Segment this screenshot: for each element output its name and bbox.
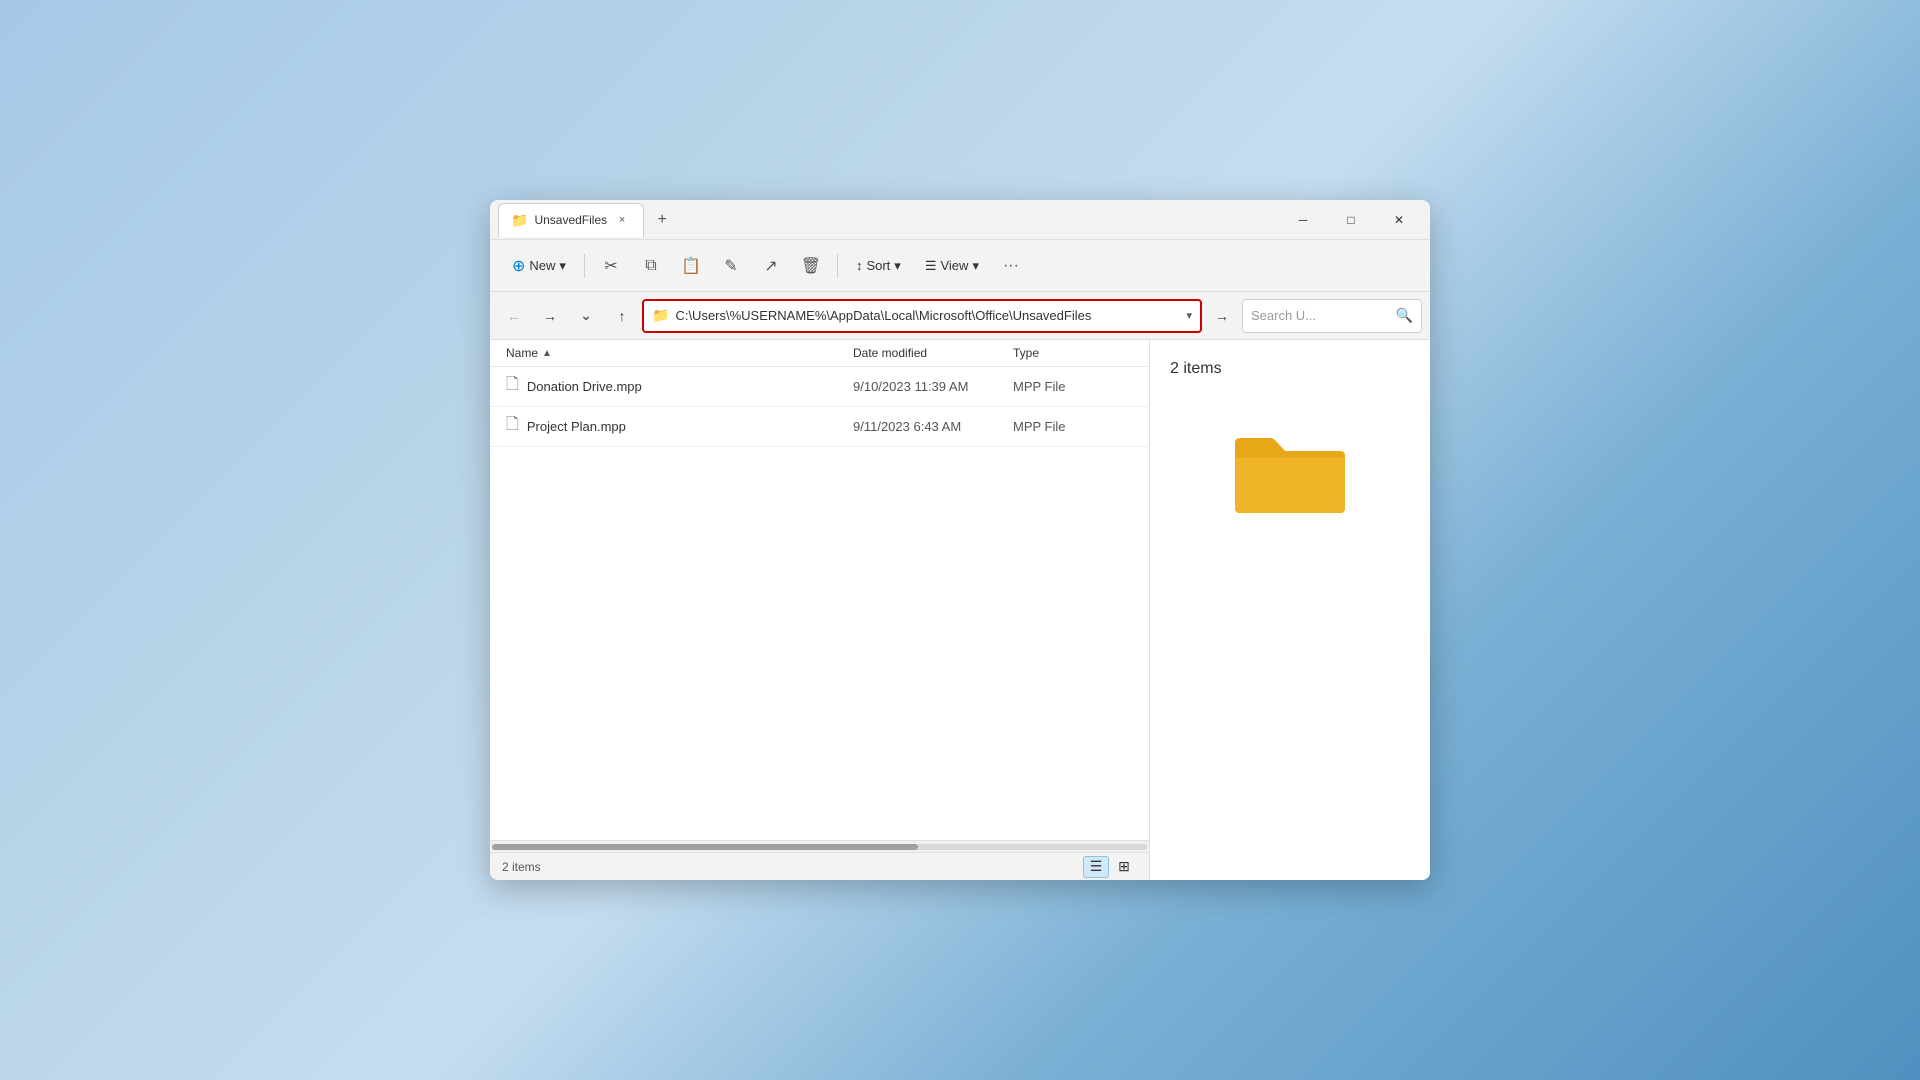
search-placeholder: Search U... <box>1251 308 1390 323</box>
file-type: MPP File <box>1013 419 1133 434</box>
more-icon: ··· <box>1003 257 1019 275</box>
file-date: 9/11/2023 6:43 AM <box>853 419 1013 434</box>
share-icon: ↗ <box>764 256 777 276</box>
table-row[interactable]: 🗋 Project Plan.mpp 9/11/2023 6:43 AM MPP… <box>490 407 1149 447</box>
rename-icon: ✎ <box>724 256 737 276</box>
title-bar: 📁 UnsavedFiles × + ─ □ ✕ <box>490 200 1430 240</box>
up-button[interactable]: ↑ <box>606 300 638 332</box>
file-icon: 🗋 <box>506 373 519 400</box>
file-icon: 🗋 <box>506 413 519 440</box>
sort-arrow-icon: ▲ <box>542 348 552 359</box>
file-list: 🗋 Donation Drive.mpp 9/10/2023 11:39 AM … <box>490 367 1149 840</box>
toolbar-separator-1 <box>584 254 585 278</box>
scrollbar-thumb[interactable] <box>492 844 918 850</box>
close-button[interactable]: ✕ <box>1376 204 1422 236</box>
view-label: View <box>940 258 968 273</box>
view-icon: ☰ <box>925 258 937 274</box>
new-dropdown-icon: ▾ <box>559 258 566 274</box>
maximize-button[interactable]: □ <box>1328 204 1374 236</box>
window-controls: ─ □ ✕ <box>1280 204 1422 236</box>
address-go-button[interactable]: → <box>1206 300 1238 332</box>
tab-title: UnsavedFiles <box>534 213 607 227</box>
search-box[interactable]: Search U... 🔍 <box>1242 299 1422 333</box>
delete-icon: 🗑 <box>801 256 821 276</box>
file-explorer-window: 📁 UnsavedFiles × + ─ □ ✕ ⊕ New ▾ ✂ ⧉ 📋 <box>490 200 1430 880</box>
rename-button[interactable]: ✎ <box>713 248 749 284</box>
preview-item-count: 2 items <box>1170 360 1222 378</box>
col-name-header[interactable]: Name ▲ <box>506 346 853 360</box>
file-pane: Name ▲ Date modified Type 🗋 Donation Dri… <box>490 340 1150 880</box>
sort-label: Sort <box>866 258 890 273</box>
scrollbar-container <box>490 840 1149 852</box>
address-dropdown-icon[interactable]: ▾ <box>1186 309 1192 322</box>
file-type: MPP File <box>1013 379 1133 394</box>
new-icon: ⊕ <box>512 256 525 276</box>
column-headers: Name ▲ Date modified Type <box>490 340 1149 367</box>
delete-button[interactable]: 🗑 <box>793 248 829 284</box>
content-area: Name ▲ Date modified Type 🗋 Donation Dri… <box>490 340 1430 880</box>
paste-icon: 📋 <box>681 256 701 276</box>
paste-button[interactable]: 📋 <box>673 248 709 284</box>
view-button[interactable]: ☰ View ▾ <box>915 248 989 284</box>
table-row[interactable]: 🗋 Donation Drive.mpp 9/10/2023 11:39 AM … <box>490 367 1149 407</box>
tab-area: 📁 UnsavedFiles × + <box>498 203 1280 237</box>
recent-locations-button[interactable]: ⌄ <box>570 300 602 332</box>
address-bar-area: ← → ⌄ ↑ 📁 C:\Users\%USERNAME%\AppData\Lo… <box>490 292 1430 340</box>
active-tab[interactable]: 📁 UnsavedFiles × <box>498 203 644 237</box>
preview-folder-icon <box>1230 418 1350 518</box>
col-type-header[interactable]: Type <box>1013 346 1133 360</box>
file-date: 9/10/2023 11:39 AM <box>853 379 1013 394</box>
toolbar-separator-2 <box>837 254 838 278</box>
sort-button[interactable]: ↕ Sort ▾ <box>846 248 911 284</box>
preview-pane: 2 items <box>1150 340 1430 880</box>
new-label: New <box>529 258 555 273</box>
toolbar: ⊕ New ▾ ✂ ⧉ 📋 ✎ ↗ 🗑 ↕ Sort ▾ ☰ <box>490 240 1430 292</box>
col-name-label: Name <box>506 346 538 360</box>
file-name: Donation Drive.mpp <box>527 379 853 394</box>
minimize-button[interactable]: ─ <box>1280 204 1326 236</box>
copy-button[interactable]: ⧉ <box>633 248 669 284</box>
status-bar: 2 items ☰ ⊞ <box>490 852 1149 880</box>
col-date-header[interactable]: Date modified <box>853 346 1013 360</box>
address-text: C:\Users\%USERNAME%\AppData\Local\Micros… <box>675 308 1180 323</box>
status-item-count: 2 items <box>502 860 541 874</box>
view-toggle: ☰ ⊞ <box>1083 856 1137 878</box>
cut-icon: ✂ <box>604 256 617 276</box>
list-view-button[interactable]: ☰ <box>1083 856 1109 878</box>
sort-icon: ↕ <box>856 258 863 273</box>
scrollbar-track[interactable] <box>492 844 1147 850</box>
col-date-label: Date modified <box>853 346 927 360</box>
cut-button[interactable]: ✂ <box>593 248 629 284</box>
new-button[interactable]: ⊕ New ▾ <box>502 248 576 284</box>
col-type-label: Type <box>1013 346 1039 360</box>
tab-folder-icon: 📁 <box>511 212 528 229</box>
view-dropdown-icon: ▾ <box>972 258 979 274</box>
file-name: Project Plan.mpp <box>527 419 853 434</box>
address-folder-icon: 📁 <box>652 307 669 324</box>
copy-icon: ⧉ <box>645 257 656 275</box>
more-button[interactable]: ··· <box>993 248 1029 284</box>
tab-close-button[interactable]: × <box>613 211 631 229</box>
search-icon[interactable]: 🔍 <box>1396 307 1413 324</box>
share-button[interactable]: ↗ <box>753 248 789 284</box>
forward-button[interactable]: → <box>534 300 566 332</box>
new-tab-button[interactable]: + <box>648 206 676 234</box>
back-button[interactable]: ← <box>498 300 530 332</box>
grid-view-button[interactable]: ⊞ <box>1111 856 1137 878</box>
address-box[interactable]: 📁 C:\Users\%USERNAME%\AppData\Local\Micr… <box>642 299 1202 333</box>
sort-dropdown-icon: ▾ <box>894 258 901 274</box>
